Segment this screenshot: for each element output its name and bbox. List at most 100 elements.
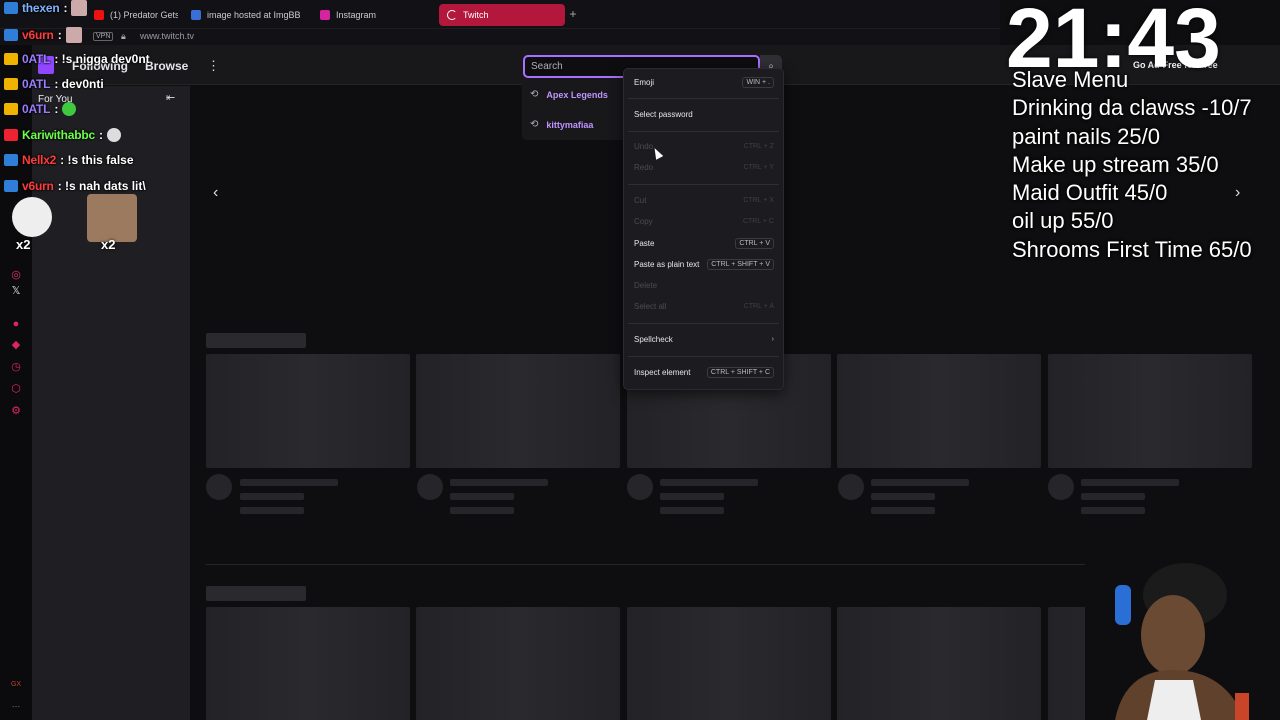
skeleton-line [240, 507, 304, 514]
skeleton-card [1048, 354, 1252, 468]
crown-badge-icon [4, 103, 18, 115]
skeleton-heading [206, 586, 306, 601]
skull-emote-icon [106, 128, 121, 142]
crown-badge-icon [4, 53, 18, 65]
menu-item-spellcheck[interactable]: Spellcheck › [634, 335, 774, 344]
menu-shortcut: WIN + . [742, 77, 774, 88]
instagram-icon [320, 10, 330, 20]
menu-item-delete: Delete [634, 281, 774, 290]
emote-count: x2 [16, 237, 31, 252]
skeleton-line [660, 493, 724, 500]
suggestion-item[interactable]: ⟲ kittymafiaa [530, 119, 593, 130]
emote-icon [65, 27, 82, 43]
history-icon: ⟲ [530, 119, 539, 130]
menu-item-label: Paste as plain text [634, 260, 700, 269]
crown-badge-icon [4, 78, 18, 90]
headphones-icon [1115, 585, 1131, 625]
chat-message: 0ATL : [4, 102, 77, 116]
emote-count: x2 [101, 237, 116, 252]
skeleton-heading [206, 333, 306, 348]
badge-icon [4, 2, 18, 14]
menu-item-label: Spellcheck [634, 335, 673, 344]
music-icon[interactable]: ● [9, 317, 23, 331]
skeleton-line [871, 493, 935, 500]
menu-entry: oil up 55/0 [1012, 208, 1114, 234]
menu-separator [628, 184, 779, 185]
chat-username: 0ATL [22, 77, 51, 91]
carousel-prev-icon[interactable]: ‹ [213, 184, 218, 202]
menu-item-label: Copy [634, 217, 653, 226]
menu-separator [628, 356, 779, 357]
menu-item-label: Select all [634, 302, 667, 311]
menu-item-label: Select password [634, 110, 693, 119]
history-icon[interactable]: ◷ [9, 360, 23, 374]
menu-item-label: Cut [634, 196, 647, 205]
menu-entry: Shrooms First Time 65/0 [1012, 236, 1252, 262]
instagram-icon[interactable]: ◎ [9, 268, 23, 282]
chat-text: : !s nigga dev0nt [54, 52, 150, 66]
skeleton-line [450, 493, 514, 500]
chat-username: thexen [22, 1, 60, 15]
menu-item-inspect[interactable]: Inspect element CTRL + SHIFT + C [634, 367, 774, 378]
suggestion-label: kittymafiaa [546, 119, 594, 130]
skeleton-card [416, 354, 620, 468]
skeleton-line [871, 507, 935, 514]
stream-chat-overlay: thexen : v6urn : 0ATL : !s nigga dev0nt … [0, 0, 200, 260]
chat-text: : dev0nti [54, 77, 104, 91]
menu-title: Slave Menu [1012, 67, 1129, 92]
tab-instagram[interactable]: Instagram [312, 4, 430, 26]
skeleton-line [660, 507, 724, 514]
settings-icon[interactable]: ⚙ [9, 404, 23, 418]
tab-twitch[interactable]: Twitch [439, 4, 565, 26]
skeleton-avatar [1048, 474, 1074, 500]
ghost-emote-icon [12, 197, 52, 237]
tab-label: Twitch [463, 10, 489, 20]
skeleton-avatar [206, 474, 232, 500]
skeleton-line [450, 507, 514, 514]
menu-item-paste-plain[interactable]: Paste as plain text CTRL + SHIFT + V [634, 259, 774, 270]
menu-item-cut: Cut CTRL + X [634, 196, 774, 205]
menu-item-paste[interactable]: Paste CTRL + V [634, 238, 774, 249]
menu-separator [628, 323, 779, 324]
menu-shortcut: CTRL + A [743, 303, 774, 310]
menu-shortcut: CTRL + X [743, 197, 774, 204]
chat-username: v6urn [22, 179, 54, 193]
skeleton-line [240, 493, 304, 500]
tank-top [1147, 680, 1201, 720]
more-menu-icon[interactable]: ⋮ [207, 58, 220, 74]
badge-icon [4, 29, 18, 41]
chat-message: Nellx2 : !s this false [4, 153, 134, 167]
menu-shortcut: CTRL + Z [743, 143, 774, 150]
menu-item-label: Redo [634, 163, 654, 172]
skeleton-card [206, 354, 410, 468]
tab-label: Instagram [336, 10, 377, 20]
menu-item-select-password[interactable]: Select password [634, 110, 774, 119]
whatsapp-emote-icon [62, 102, 77, 116]
cube-icon[interactable]: ⬡ [9, 382, 23, 396]
skeleton-card [206, 607, 410, 720]
skeleton-card [837, 607, 1041, 720]
chat-message: Kariwithabbc : [4, 128, 121, 142]
menu-item-label: Delete [634, 281, 658, 290]
x-icon[interactable]: 𝕏 [9, 284, 23, 298]
face [1141, 595, 1205, 675]
chat-text: : [54, 102, 59, 116]
chat-text: : !s this false [60, 153, 134, 167]
bookmark-icon[interactable]: ◆ [9, 338, 23, 352]
menu-entry: Maid Outfit 45/0 [1012, 180, 1168, 206]
skeleton-line [871, 479, 969, 486]
suggestion-label: Apex Legends [546, 89, 608, 100]
skeleton-line [240, 479, 338, 486]
badge-icon [4, 154, 18, 166]
menu-shortcut: CTRL + SHIFT + V [707, 259, 774, 270]
menu-shortcut: CTRL + SHIFT + C [706, 367, 774, 378]
menu-item-emoji[interactable]: Emoji WIN + . [634, 77, 774, 88]
new-tab-button[interactable]: + [567, 8, 579, 20]
skeleton-avatar [417, 474, 443, 500]
chat-message: v6urn : !s nah dats lit\ [4, 179, 146, 193]
suggestion-item[interactable]: ⟲ Apex Legends [530, 89, 608, 100]
tab-imgbb[interactable]: image hosted at ImgBB — [183, 4, 303, 26]
gx-icon[interactable]: GX [9, 678, 23, 692]
chat-username: Nellx2 [22, 153, 57, 167]
more-icon[interactable]: … [9, 697, 23, 711]
